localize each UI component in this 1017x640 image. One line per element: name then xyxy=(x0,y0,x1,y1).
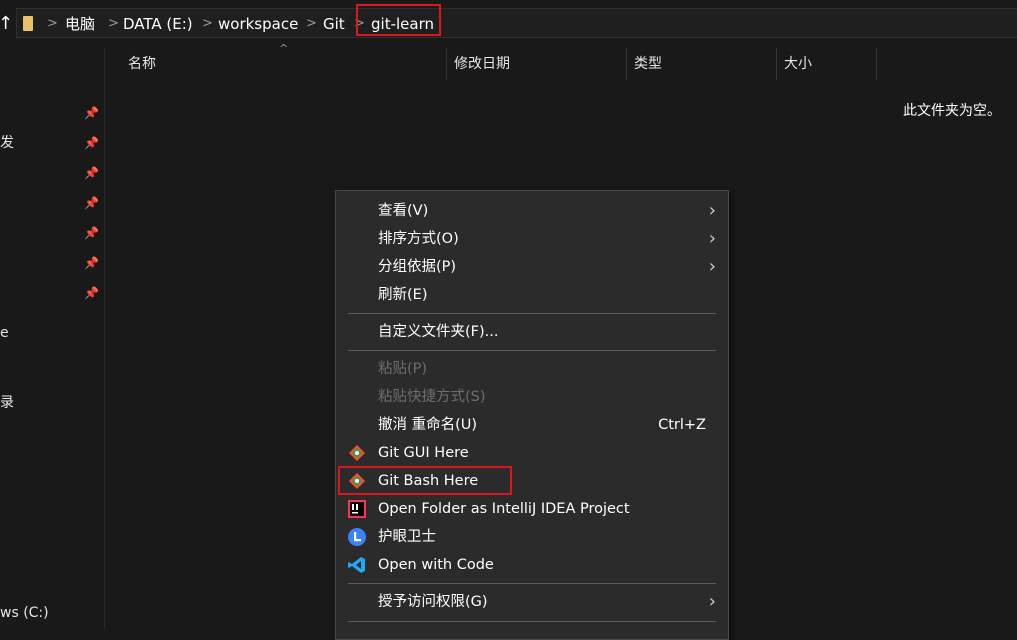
menu-item-sort-by[interactable]: 排序方式(O) › xyxy=(336,225,728,253)
column-header-size[interactable]: 大小 xyxy=(784,48,812,80)
chevron-right-icon[interactable]: > xyxy=(202,9,213,39)
address-bar-row: ↑ > 电脑 > DATA (E:) > workspace > Git > g… xyxy=(0,0,1017,48)
chevron-right-icon[interactable]: > xyxy=(47,9,58,39)
pin-icon: 📌 xyxy=(84,196,99,210)
up-arrow-icon[interactable]: ↑ xyxy=(0,12,13,36)
breadcrumb-workspace[interactable]: workspace xyxy=(218,9,298,39)
intellij-icon xyxy=(348,500,366,518)
vscode-icon xyxy=(348,557,365,573)
navigation-pane: 📌 📌 📌 📌 📌 📌 📌 发 e 录 ws (C:) xyxy=(0,48,104,629)
context-menu: 查看(V) › 排序方式(O) › 分组依据(P) › 刷新(E) 自定义文件夹… xyxy=(335,190,729,640)
pin-icon: 📌 xyxy=(84,226,99,240)
chevron-right-icon[interactable]: > xyxy=(108,9,119,39)
folder-icon xyxy=(23,16,33,31)
menu-item-label: 撤消 重命名(U) xyxy=(378,417,478,433)
menu-item-label: 粘贴(P) xyxy=(378,361,428,377)
chevron-right-icon: › xyxy=(708,200,716,221)
column-divider[interactable] xyxy=(626,48,627,80)
nav-item-drive-c[interactable]: ws (C:) xyxy=(0,604,49,622)
menu-item-open-with-code[interactable]: Open with Code xyxy=(336,551,728,579)
menu-item-label: 授予访问权限(G) xyxy=(378,594,488,610)
menu-item-label: 分组依据(P) xyxy=(378,259,457,275)
menu-separator xyxy=(348,621,716,622)
address-bar[interactable]: > 电脑 > DATA (E:) > workspace > Git > git… xyxy=(16,8,1017,38)
nav-item-label[interactable]: 发 xyxy=(0,134,14,152)
menu-item-undo-rename[interactable]: 撤消 重命名(U) Ctrl+Z xyxy=(336,411,728,439)
eye-guard-icon xyxy=(348,528,366,546)
shortcut-label: Ctrl+Z xyxy=(658,417,706,433)
menu-item-label: 查看(V) xyxy=(378,203,429,219)
column-header-type[interactable]: 类型 xyxy=(634,48,662,80)
menu-item-paste: 粘贴(P) xyxy=(336,355,728,383)
menu-item-label: Open Folder as IntelliJ IDEA Project xyxy=(378,501,630,517)
column-divider[interactable] xyxy=(876,48,877,80)
menu-separator xyxy=(348,313,716,314)
pin-icon: 📌 xyxy=(84,136,99,150)
menu-item-grant-access[interactable]: 授予访问权限(G) › xyxy=(336,588,728,616)
menu-item-git-gui[interactable]: Git GUI Here xyxy=(336,439,728,467)
column-header-modified[interactable]: 修改日期 xyxy=(454,48,510,80)
chevron-right-icon: › xyxy=(708,256,716,277)
menu-item-label: Open with Code xyxy=(378,557,494,573)
menu-item-view[interactable]: 查看(V) › xyxy=(336,197,728,225)
chevron-right-icon[interactable]: > xyxy=(306,9,317,39)
menu-item-label: 粘贴快捷方式(S) xyxy=(378,389,486,405)
menu-separator xyxy=(348,583,716,584)
menu-item-label: Git GUI Here xyxy=(378,445,469,461)
menu-item-group-by[interactable]: 分组依据(P) › xyxy=(336,253,728,281)
menu-item-refresh[interactable]: 刷新(E) xyxy=(336,281,728,309)
menu-item-label: 自定义文件夹(F)... xyxy=(378,324,499,340)
pin-icon: 📌 xyxy=(84,256,99,270)
menu-item-label: 护眼卫士 xyxy=(378,529,436,545)
menu-item-eye-guard[interactable]: 护眼卫士 xyxy=(336,523,728,551)
menu-separator xyxy=(348,350,716,351)
sort-ascending-icon: ^ xyxy=(279,42,289,55)
menu-item-customize-folder[interactable]: 自定义文件夹(F)... xyxy=(336,318,728,346)
pin-icon: 📌 xyxy=(84,166,99,180)
chevron-right-icon: › xyxy=(708,228,716,249)
pin-icon: 📌 xyxy=(84,286,99,300)
column-divider[interactable] xyxy=(776,48,777,80)
breadcrumb-git[interactable]: Git xyxy=(323,9,345,39)
breadcrumb-data-drive[interactable]: DATA (E:) xyxy=(123,9,193,39)
breadcrumb-this-pc[interactable]: 电脑 xyxy=(65,9,95,39)
nav-item-label[interactable]: 录 xyxy=(0,394,14,412)
chevron-right-icon: › xyxy=(708,591,716,612)
empty-folder-message: 此文件夹为空。 xyxy=(903,103,1001,119)
nav-item-label[interactable]: e xyxy=(0,324,9,342)
column-divider[interactable] xyxy=(446,48,447,80)
menu-item-intellij[interactable]: Open Folder as IntelliJ IDEA Project xyxy=(336,495,728,523)
annotation-highlight-box xyxy=(356,4,441,36)
menu-item-label: 排序方式(O) xyxy=(378,231,459,247)
annotation-highlight-box xyxy=(338,466,512,495)
git-gui-icon xyxy=(349,445,365,461)
column-header-name[interactable]: 名称 xyxy=(128,48,156,80)
pin-icon: 📌 xyxy=(84,106,99,120)
menu-item-paste-shortcut: 粘贴快捷方式(S) xyxy=(336,383,728,411)
menu-item-label: 刷新(E) xyxy=(378,287,428,303)
